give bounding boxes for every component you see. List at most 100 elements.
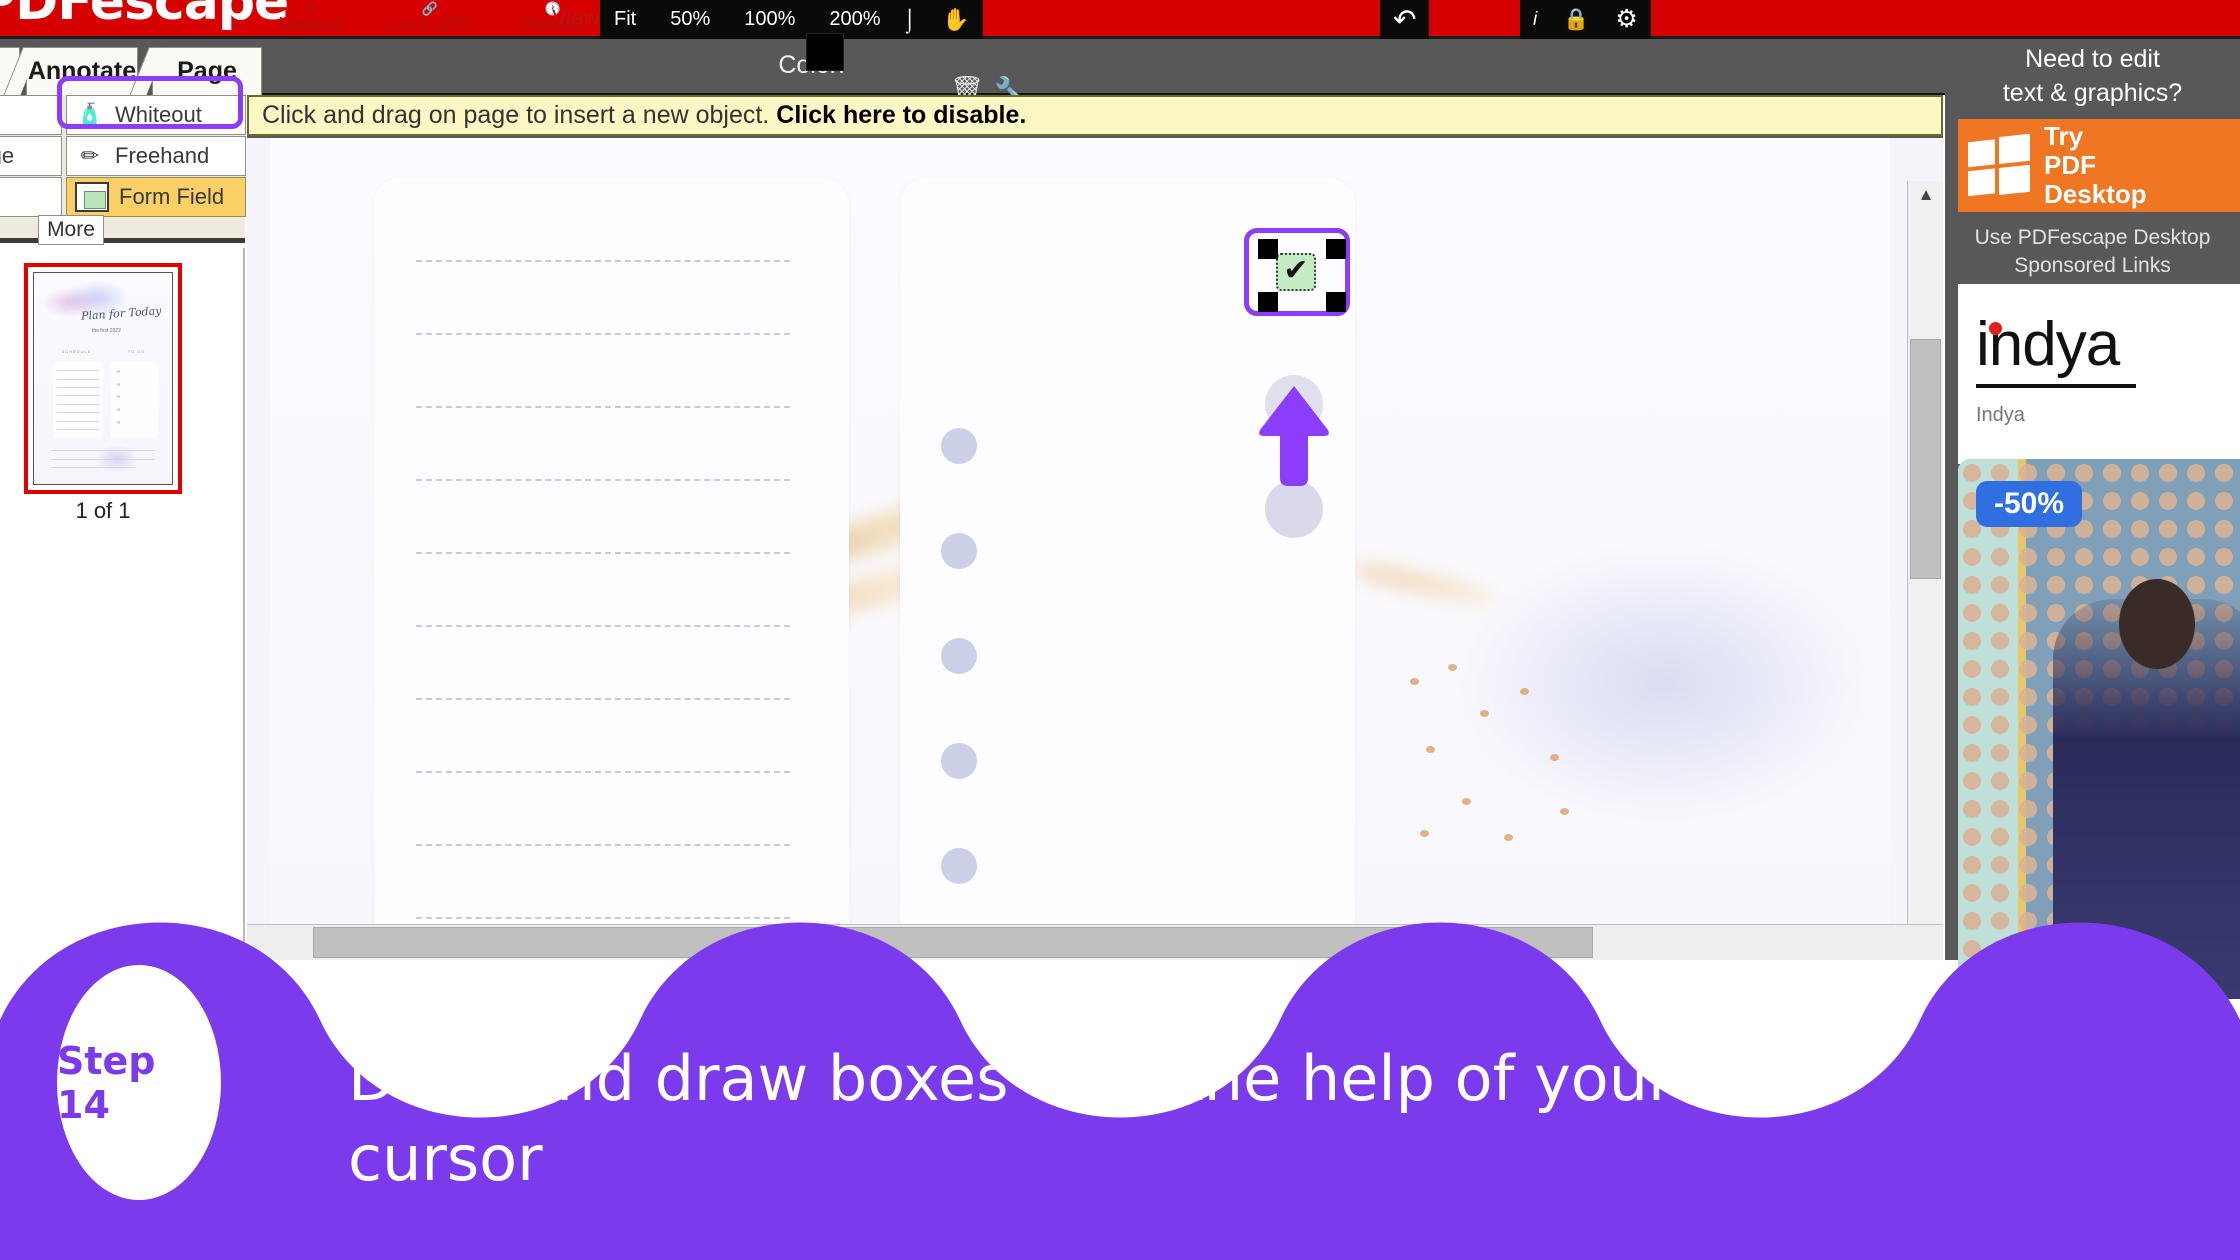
ad-subtext: Use PDFescape Desktop Sponsored Links [1945, 224, 2240, 280]
app-brand-logo: PDFescape [0, 0, 289, 32]
gold-streak-decoration-3 [1349, 557, 1501, 611]
thumbnail-title: Plan for Today [80, 303, 162, 323]
tool-whiteout-label: Whiteout [115, 102, 202, 127]
windows-logo-icon [1968, 133, 2030, 198]
page-card-left [374, 178, 849, 960]
info-icon[interactable]: i [1533, 10, 1537, 29]
ad-headline-line1: Need to edit [2025, 45, 2160, 73]
page-count-label: 1 of 1 [75, 498, 131, 523]
document-page[interactable] [270, 138, 1890, 960]
upload-icon: ⬆ [304, 1, 316, 16]
zoom-controls: Fit 50% 100% 200% [600, 0, 895, 39]
notice-disable-link[interactable]: Click here to disable. [776, 101, 1026, 130]
sponsor-ad-card[interactable]: indya Indya [1958, 284, 2240, 464]
zoom-200-button[interactable]: 200% [829, 8, 880, 31]
horizontal-scrollbar-thumb[interactable] [313, 927, 1593, 958]
page-thumbnail-panel: Plan for Today the first 2022 SCHEDULE T… [0, 248, 245, 960]
ad-headline-line2: text & graphics? [2002, 79, 2183, 107]
cta-text: Try PDF Desktop [2044, 122, 2147, 209]
zoom-100-button[interactable]: 100% [744, 8, 795, 31]
sponsor-ad-photo[interactable]: -50% [1958, 459, 2240, 999]
left-tab-strip: Annotate Page [0, 39, 262, 95]
pdf-desktop-cta-banner[interactable]: Try PDF Desktop [1958, 119, 2240, 212]
pencil-icon: ✏ [80, 143, 100, 168]
drag-cursor-arrow-icon [1254, 382, 1334, 497]
ad-headline: Need to edit text & graphics? [1945, 39, 2240, 110]
settings-group: i 🔒 ⚙ [1520, 0, 1651, 39]
page-thumbnail-selected[interactable]: Plan for Today the first 2022 SCHEDULE T… [24, 263, 182, 494]
ad-subtext-line2: Sponsored Links [2014, 254, 2171, 277]
hand-icon[interactable]: ✋ [942, 8, 969, 31]
zoom-fit-button[interactable]: Fit [614, 8, 636, 31]
zoom-50-button[interactable]: 50% [670, 8, 710, 31]
form-field-icon [75, 182, 109, 212]
notice-text: Click and drag on page to insert a new o… [262, 101, 770, 129]
tool-text-button[interactable]: Text [0, 95, 62, 135]
gear-icon[interactable]: ⚙ [1615, 7, 1637, 32]
checkbox-form-field[interactable]: ✔ [1276, 253, 1316, 291]
tool-image-button[interactable]: Image [0, 136, 62, 176]
view-label: View [552, 5, 600, 30]
sponsor-logo: indya [1976, 310, 2120, 379]
thumbnail-col-left-header: SCHEDULE [61, 348, 92, 354]
document-viewer: Click and drag on page to insert a new o… [247, 95, 1943, 960]
page-canvas-area[interactable]: ▲ ▼ [247, 138, 1943, 960]
tab-page[interactable]: Page [152, 47, 262, 95]
step-badge: Step 14 [57, 965, 221, 1200]
menu-item-load-url[interactable]: 🔗 Load URL [370, 1, 490, 37]
tool-image-label: Image [0, 143, 15, 168]
banner-instruction-text: Drag and draw boxes with the help of you… [348, 1042, 1674, 1195]
gold-speck-decoration [1400, 658, 1610, 888]
menu-item-upload[interactable]: ⬆ Upload [255, 1, 365, 37]
cta-line1: Try [2044, 121, 2084, 151]
page-thumbnail-preview: Plan for Today the first 2022 SCHEDULE T… [33, 272, 173, 485]
annotate-tool-panel: Text Image Link 🧴 Whiteout ✏ Freehand Fo… [0, 95, 246, 245]
sponsor-logo-dot-icon [1989, 322, 2002, 335]
more-tools-label: More [47, 218, 95, 241]
lock-icon[interactable]: 🔒 [1563, 9, 1589, 30]
cursor-tool-group: ⌡ ✋ [890, 0, 983, 39]
resize-handle-top-right[interactable] [1326, 239, 1346, 259]
tool-freehand-label: Freehand [115, 143, 210, 168]
tool-freehand-button[interactable]: ✏ Freehand [66, 136, 246, 176]
cta-line2: PDF [2044, 150, 2096, 180]
color-swatch[interactable] [806, 33, 844, 71]
paint-can-icon: 🧴 [76, 102, 104, 127]
sponsored-ad-panel: Need to edit text & graphics? Try PDF De… [1945, 39, 2240, 999]
vertical-scrollbar[interactable]: ▲ ▼ [1907, 181, 1943, 960]
screen-root: PDFescape ⬆ Upload 🔗 Load URL 🕐 Recent 📤… [0, 0, 2240, 1260]
sponsor-name-label: Indya [1976, 404, 2025, 426]
top-menu-bar: PDFescape ⬆ Upload 🔗 Load URL 🕐 Recent 📤… [0, 0, 2240, 39]
tool-whiteout-button[interactable]: 🧴 Whiteout [66, 95, 246, 135]
step-badge-label: Step 14 [57, 1038, 156, 1127]
ad-subtext-line1: Use PDFescape Desktop [1974, 226, 2211, 249]
cta-line3: Desktop [2044, 179, 2147, 209]
resize-handle-bottom-left[interactable] [1258, 292, 1278, 312]
thumbnail-col-right-header: TO DO [127, 348, 146, 354]
more-tools-button[interactable]: More [38, 215, 104, 245]
tool-form-field-label: Form Field [119, 184, 225, 209]
undo-group: ↶ [1380, 0, 1430, 39]
ad-photo-model-head [2119, 579, 2195, 669]
discount-badge: -50% [1976, 481, 2083, 527]
tab-annotate-label: Annotate [27, 57, 137, 85]
vertical-scrollbar-thumb[interactable] [1910, 339, 1941, 579]
tool-link-button[interactable]: Link [0, 177, 62, 217]
text-cursor-icon[interactable]: ⌡ [903, 8, 916, 31]
resize-handle-bottom-right[interactable] [1326, 292, 1346, 312]
menu-label-upload: Upload [278, 14, 342, 36]
thumbnail-subtitle: the first 2022 [91, 327, 121, 334]
sponsor-logo-underline [1976, 384, 2136, 388]
horizontal-scrollbar[interactable] [247, 924, 1943, 960]
menu-label-load-url: Load URL [384, 14, 476, 36]
resize-handle-top-left[interactable] [1258, 239, 1278, 259]
link-icon: 🔗 [421, 1, 439, 16]
tool-form-field-button[interactable]: Form Field [66, 177, 246, 217]
insert-object-notice[interactable]: Click and drag on page to insert a new o… [247, 95, 1943, 136]
tab-page-label: Page [177, 57, 237, 85]
annotate-toolbar: Color: 🗑 🔧 [0, 39, 2240, 106]
scroll-up-button[interactable]: ▲ [1908, 181, 1943, 209]
undo-icon[interactable]: ↶ [1393, 5, 1416, 34]
checkmark-icon: ✔ [1283, 253, 1309, 287]
tab-annotate[interactable]: Annotate [26, 47, 138, 95]
